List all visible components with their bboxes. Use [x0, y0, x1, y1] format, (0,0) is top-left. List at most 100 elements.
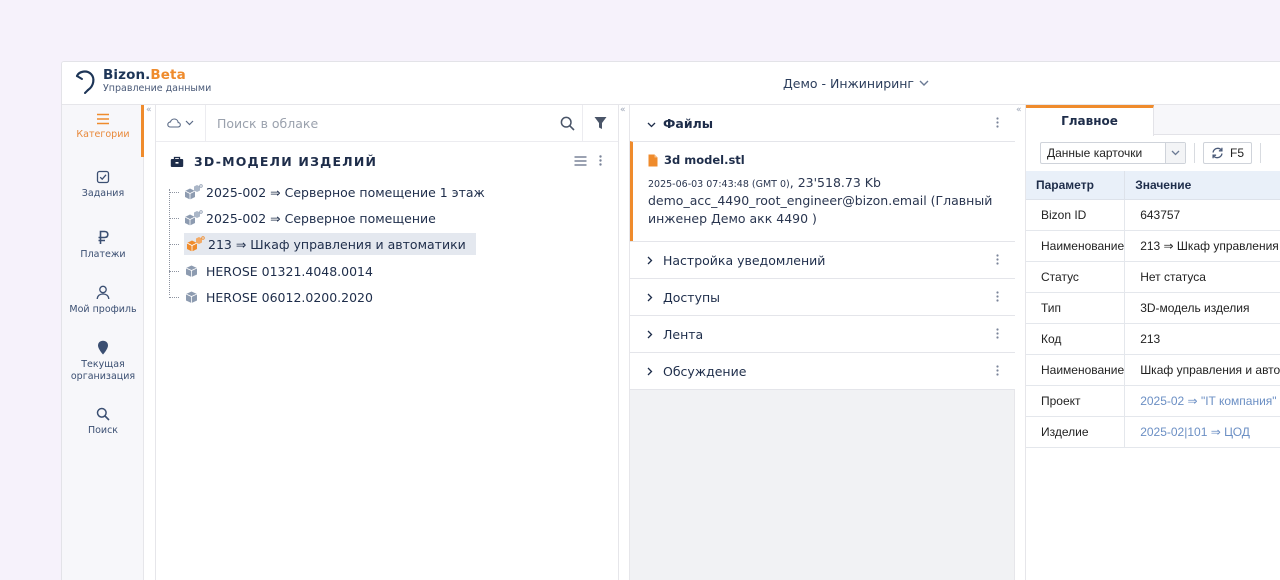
tree-tools [574, 155, 602, 166]
nav-label-profile: Мой профиль [69, 304, 137, 315]
tree-node[interactable]: 2025-002 ⇒ Серверное помещение 1 этаж [166, 181, 491, 203]
nav-label-payments: Платежи [80, 249, 126, 260]
table-row: Наименование 213 ⇒ Шкаф управления и авт… [1026, 230, 1280, 262]
nav-item-profile[interactable]: Мой профиль [62, 285, 144, 316]
value-cell: Нет статуса [1124, 261, 1280, 293]
filter-icon [594, 117, 607, 129]
column-header-value[interactable]: Значение [1124, 171, 1280, 200]
chevron-right-icon [647, 293, 653, 301]
files-section: Файлы 3d model.stl 2025-06-03 07:43:48 (… [630, 105, 1015, 242]
param-cell: Код [1026, 323, 1126, 355]
param-cell: Наименование [1026, 354, 1126, 386]
chevron-right-icon [647, 330, 653, 338]
file-card[interactable]: 3d model.stl 2025-06-03 07:43:48 (GMT 0)… [630, 141, 1015, 241]
table-row: Тип 3D-модель изделия [1026, 292, 1280, 324]
files-section-header[interactable]: Файлы [630, 105, 1015, 141]
section-feed-header[interactable]: Лента [630, 316, 1015, 352]
toolbar-divider [1194, 143, 1195, 163]
section-notifications: Настройка уведомлений [630, 242, 1015, 279]
details-tabs: Главное [1026, 105, 1280, 136]
tree-node-label: HEROSE 06012.0200.2020 [206, 289, 373, 305]
more-vertical-icon[interactable] [996, 117, 999, 128]
nav-label-search: Поиск [87, 425, 119, 436]
chevron-right-icon [647, 367, 653, 375]
cube-stack-orange-icon [186, 236, 205, 252]
more-vertical-icon[interactable] [996, 328, 999, 339]
search-button[interactable] [552, 105, 582, 142]
nav-item-search[interactable]: Поиск [62, 407, 144, 437]
bizon-logo-icon [75, 70, 95, 94]
left-nav: Категории Задания Платежи Мой профиль Те… [62, 105, 144, 580]
tree-panel: 3D-МОДЕЛИ ИЗДЕЛИЙ 2025-002 ⇒ Серверное п… [155, 104, 619, 580]
view-select[interactable]: Данные карточки [1040, 142, 1186, 164]
collapse-files-icon[interactable]: « [1016, 105, 1022, 115]
logo[interactable]: Bizon.Beta Управление данными [73, 68, 212, 95]
search-icon [96, 407, 110, 421]
logo-subtitle: Управление данными [103, 82, 212, 94]
value-cell: 213 ⇒ Шкаф управления и автоматики [1124, 230, 1280, 262]
filter-button[interactable] [582, 104, 618, 142]
collapse-nav-icon[interactable]: « [146, 105, 152, 115]
chevron-down-icon [185, 120, 194, 126]
chevron-down-icon [919, 80, 929, 86]
toolbox-icon [170, 156, 184, 167]
param-cell: Тип [1026, 292, 1126, 324]
section-notifications-title: Настройка уведомлений [663, 252, 826, 268]
param-cell: Проект [1026, 385, 1126, 417]
param-cell: Bizon ID [1026, 199, 1126, 231]
section-notifications-header[interactable]: Настройка уведомлений [630, 242, 1015, 278]
section-access-title: Доступы [663, 289, 721, 305]
value-link-project[interactable]: 2025-02 ⇒ "IT компания" [1124, 385, 1280, 417]
nav-item-payments[interactable]: Платежи [62, 230, 144, 261]
cube-stack-icon [184, 210, 203, 226]
cube-icon [185, 291, 198, 303]
files-panel: Файлы 3d model.stl 2025-06-03 07:43:48 (… [629, 105, 1015, 580]
nav-label-organization-1: Текущая [81, 359, 125, 370]
table-row: Наименование Шкаф управления и автоматик… [1026, 354, 1280, 386]
value-link-product[interactable]: 2025-02|101 ⇒ ЦОД [1124, 416, 1280, 448]
param-cell: Статус [1026, 261, 1126, 293]
details-toolbar: Данные карточки F5 [1026, 135, 1280, 171]
organization-name: Демо - Инжиниринг [783, 76, 914, 91]
table-row: Bizon ID 643757 [1026, 199, 1280, 231]
cube-icon [185, 265, 198, 277]
nav-item-organization[interactable]: Текущая организация [62, 340, 144, 383]
section-access-header[interactable]: Доступы [630, 279, 1015, 315]
properties-table: Параметр Значение Bizon ID 643757 Наимен… [1026, 171, 1280, 448]
tree-node[interactable]: HEROSE 01321.4048.0014 [166, 260, 379, 282]
tree-node[interactable]: HEROSE 06012.0200.2020 [166, 286, 379, 308]
more-vertical-icon[interactable] [599, 155, 602, 166]
tree-node-selected[interactable]: 213 ⇒ Шкаф управления и автоматики [166, 233, 476, 255]
refresh-label: F5 [1230, 146, 1245, 160]
tree-node-label: 2025-002 ⇒ Серверное помещение 1 этаж [206, 184, 485, 200]
cloud-icon [167, 118, 181, 128]
tab-main[interactable]: Главное [1026, 105, 1154, 136]
nav-item-tasks[interactable]: Задания [62, 170, 144, 200]
tree-title: 3D-МОДЕЛИ ИЗДЕЛИЙ [170, 154, 377, 169]
cloud-selector[interactable] [156, 104, 206, 142]
tree-node[interactable]: 2025-002 ⇒ Серверное помещение [166, 207, 442, 229]
view-select-value: Данные карточки [1047, 146, 1143, 160]
section-discussion: Обсуждение [630, 353, 1015, 390]
chevron-right-icon [647, 256, 653, 264]
cloud-search-input[interactable] [206, 104, 552, 142]
section-discussion-header[interactable]: Обсуждение [630, 353, 1015, 389]
more-vertical-icon[interactable] [996, 291, 999, 302]
more-vertical-icon[interactable] [996, 254, 999, 265]
param-cell: Изделие [1026, 416, 1126, 448]
value-cell: 3D-модель изделия [1124, 292, 1280, 324]
organization-selector[interactable]: Демо - Инжиниринг [783, 76, 929, 91]
column-header-parameter[interactable]: Параметр [1026, 171, 1126, 200]
collapse-tree-icon[interactable]: « [620, 105, 626, 115]
nav-item-categories[interactable]: Категории [62, 113, 144, 141]
more-vertical-icon[interactable] [996, 365, 999, 376]
table-row: Проект 2025-02 ⇒ "IT компания" [1026, 385, 1280, 417]
app-window: Bizon.Beta Управление данными Демо - Инж… [61, 61, 1280, 580]
table-row: Статус Нет статуса [1026, 261, 1280, 293]
param-cell: Наименование [1026, 230, 1126, 262]
list-view-icon[interactable] [574, 155, 587, 166]
value-cell: 213 [1124, 323, 1280, 355]
refresh-button[interactable]: F5 [1203, 142, 1253, 164]
section-feed-title: Лента [663, 326, 704, 342]
details-panel: Главное Данные карточки F5 Параметр Знач… [1025, 105, 1280, 580]
